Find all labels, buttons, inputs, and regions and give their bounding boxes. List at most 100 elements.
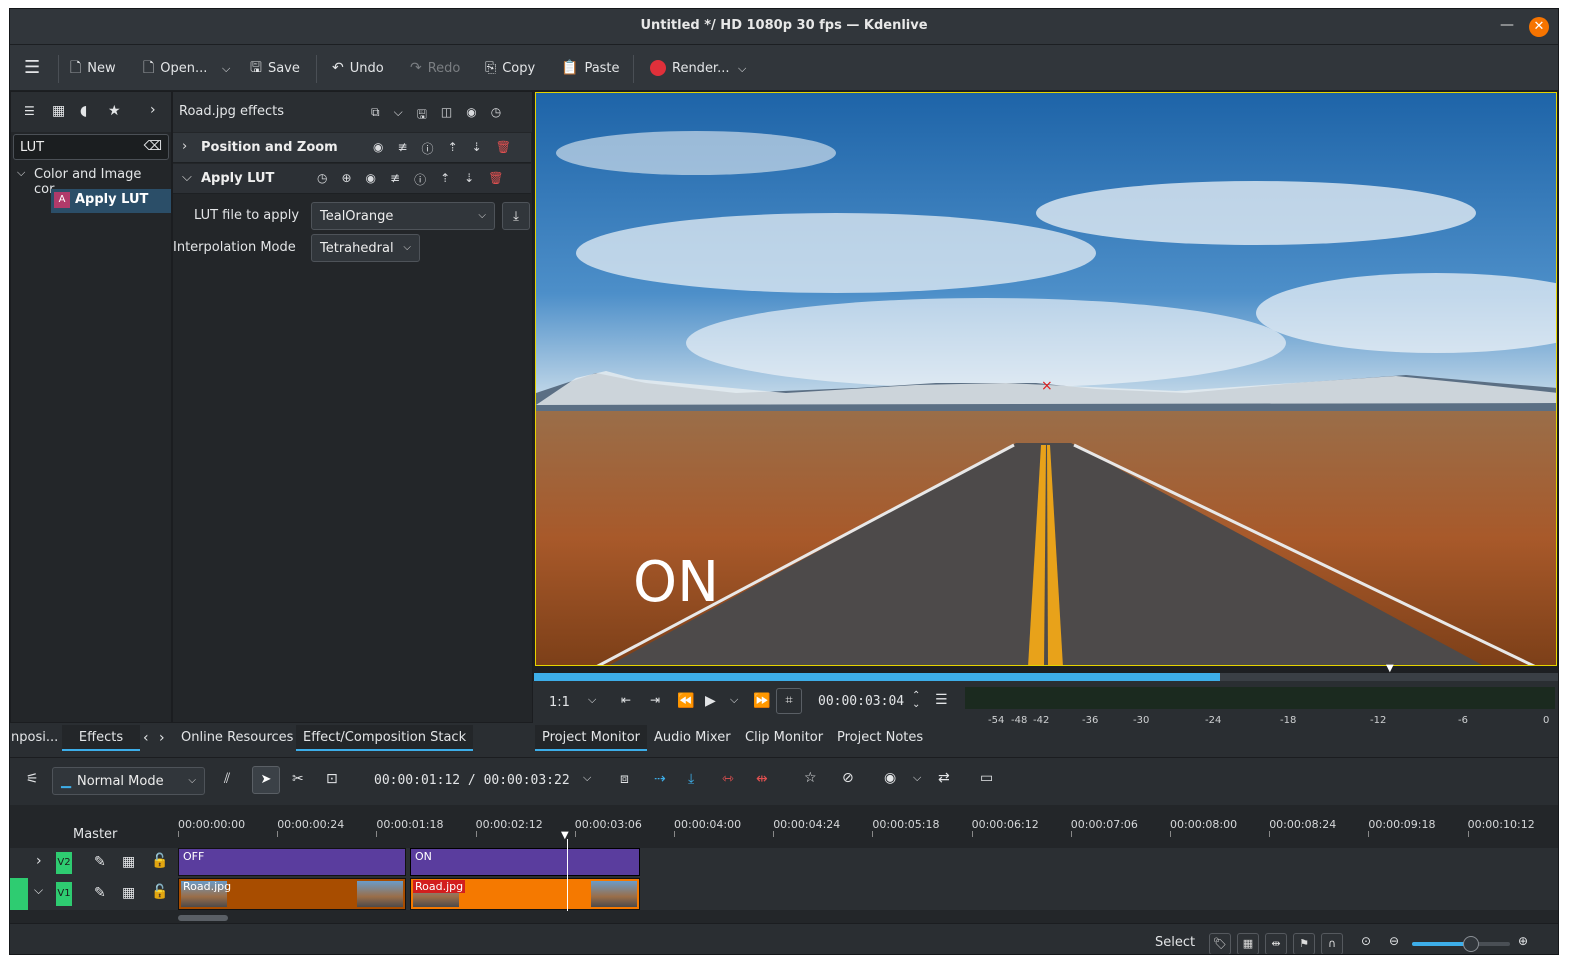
film-icon[interactable]: ▦	[1237, 933, 1259, 954]
snap-icon[interactable]: ∩	[1321, 933, 1343, 954]
fast-forward-icon[interactable]: ⏩	[753, 694, 770, 708]
move-down-icon[interactable]: ⇣	[464, 171, 474, 188]
render-options-dropdown[interactable]: ⌵	[738, 55, 746, 81]
eye-icon[interactable]: ◉	[366, 171, 376, 188]
minimize-icon[interactable]: —	[1500, 17, 1514, 33]
chevron-right-icon[interactable]: ›	[182, 139, 187, 154]
favorite-icon[interactable]: ☆	[804, 771, 817, 785]
info-icon[interactable]: ⓘ	[414, 171, 426, 188]
move-up-icon[interactable]: ⇡	[440, 171, 450, 188]
list-icon[interactable]: ☰	[24, 105, 35, 117]
new-button[interactable]: 🗋 New	[70, 55, 116, 81]
tag-icon[interactable]: 🏷	[1209, 933, 1231, 954]
effects-icon[interactable]: ✎	[94, 886, 106, 900]
chevron-down-icon[interactable]: ⌵	[730, 694, 738, 705]
select-tool-icon[interactable]: ➤	[252, 766, 280, 794]
audio-effects-icon[interactable]: ◖	[80, 104, 87, 118]
timeline-playhead[interactable]	[567, 839, 568, 911]
film-icon[interactable]: ▦	[122, 886, 135, 900]
redo-button[interactable]: ↷ Redo	[410, 55, 460, 81]
lut-file-select[interactable]: TealOrange ⌵	[311, 202, 495, 230]
slip-tool-icon[interactable]: ⊡	[326, 772, 338, 786]
zoom-slider[interactable]	[1412, 936, 1510, 952]
chevron-right-icon[interactable]: ›	[159, 731, 165, 745]
tab-effect-stack[interactable]: Effect/Composition Stack	[296, 725, 474, 751]
effects-category-row[interactable]: ⌵ Color and Image cor...	[11, 164, 171, 197]
save-button[interactable]: 🖫 Save	[250, 55, 300, 81]
flag-icon[interactable]: ⚑	[1293, 933, 1315, 954]
master-label[interactable]: Master	[73, 827, 117, 842]
tab-compositions[interactable]: nposi...	[10, 725, 61, 751]
chevron-down-icon[interactable]: ⌵	[394, 105, 403, 126]
move-up-icon[interactable]: ⇡	[448, 140, 458, 157]
open-recent-dropdown[interactable]: ⌵	[222, 55, 230, 81]
adjust-icon[interactable]: ≢	[397, 140, 407, 157]
zoom-in-icon[interactable]: ⊕	[1518, 935, 1528, 947]
lut-download-button[interactable]: ⤓	[502, 202, 530, 230]
monitor-timecode[interactable]: 00:00:03:04	[818, 694, 904, 709]
record-audio-icon[interactable]: ◉	[884, 771, 896, 785]
timeline-scrollbar[interactable]	[178, 915, 228, 921]
fit-icon[interactable]: ⇹	[1265, 933, 1287, 954]
timer-icon[interactable]: ◷	[317, 171, 327, 188]
adjust-icon[interactable]: ≢	[390, 171, 400, 188]
monitor-seek-bar[interactable]	[534, 673, 1558, 681]
favorites-icon[interactable]: ★	[108, 104, 121, 118]
play-icon[interactable]: ▶	[705, 694, 716, 708]
tab-clip-monitor[interactable]: Clip Monitor	[738, 725, 831, 751]
tab-audio-mixer[interactable]: Audio Mixer	[647, 725, 738, 751]
insert-clip-icon[interactable]: ⧈	[620, 772, 629, 786]
monitor-video-frame[interactable]: × ON	[535, 92, 1557, 666]
clip-off[interactable]: OFF	[178, 848, 406, 876]
clear-search-icon[interactable]: ⌫	[144, 140, 162, 153]
close-icon[interactable]: ✕	[1529, 17, 1549, 37]
tab-online-resources[interactable]: Online Resources	[174, 725, 301, 751]
undo-button[interactable]: ↶ Undo	[332, 55, 384, 81]
delete-icon[interactable]: 🗑	[488, 171, 503, 188]
timeline-settings-icon[interactable]: ⚟	[26, 772, 39, 786]
chevron-right-icon[interactable]: ›	[150, 103, 156, 117]
tab-project-monitor[interactable]: Project Monitor	[535, 725, 648, 751]
rewind-icon[interactable]: ⏪	[677, 694, 694, 708]
set-zone-in-icon[interactable]: ⇤	[621, 694, 631, 706]
info-icon[interactable]: ⓘ	[422, 140, 434, 157]
clip-road-1[interactable]: Road.jpg	[178, 878, 406, 910]
timeline-mode-select[interactable]: ▁ Normal Mode ⌵	[52, 767, 205, 795]
chevron-down-icon[interactable]: ⌵	[182, 170, 192, 185]
effects-search-input[interactable]: LUT ⌫	[13, 134, 169, 160]
eye-icon[interactable]: ◉	[466, 105, 476, 126]
mixer-icon[interactable]: ⇄	[938, 771, 950, 785]
timecode-spin-icon[interactable]: ⌃ ⌄	[912, 691, 920, 710]
compare-icon[interactable]: ⧉	[371, 105, 380, 126]
crop-icon[interactable]: ⌗	[776, 688, 802, 714]
effect-item-apply-lut[interactable]: A Apply LUT	[51, 189, 171, 213]
delete-icon[interactable]: 🗑	[496, 140, 511, 157]
clip-on[interactable]: ON	[410, 848, 640, 876]
chevron-right-icon[interactable]: ›	[36, 854, 42, 868]
chevron-down-icon[interactable]: ⌵	[588, 694, 596, 705]
chevron-down-icon[interactable]: ⌵	[34, 884, 43, 896]
zoom-icon[interactable]: ⊕	[341, 171, 351, 188]
clip-road-2[interactable]: Road.jpg	[410, 878, 640, 910]
tab-effects[interactable]: Effects	[62, 725, 140, 751]
zoom-fit-icon[interactable]: ⊙	[1361, 935, 1371, 947]
lock-icon[interactable]: 🔓	[151, 885, 168, 899]
split-view-icon[interactable]: ◫	[441, 105, 452, 126]
disable-icon[interactable]: ⊘	[842, 771, 854, 785]
eye-icon[interactable]: ◉	[373, 140, 383, 157]
copy-button[interactable]: ⎘ Copy	[485, 55, 535, 81]
effects-icon[interactable]: ✎	[94, 855, 106, 869]
interpolation-select[interactable]: Tetrahedral ⌵	[311, 234, 420, 262]
menu-icon[interactable]: ☰	[935, 693, 948, 707]
playhead-marker-icon[interactable]: ▼	[1386, 663, 1394, 674]
move-down-icon[interactable]: ⇣	[472, 140, 482, 157]
timeline-position[interactable]: 00:00:01:12 / 00:00:03:22	[374, 773, 570, 788]
razor-tool-icon[interactable]: ✂	[292, 772, 304, 786]
zoom-slider-handle[interactable]	[1462, 936, 1479, 952]
effect-row-apply-lut[interactable]: ⌵ Apply LUT ◷ ⊕ ◉ ≢ ⓘ ⇡ ⇣ 🗑	[173, 164, 531, 194]
chevron-down-icon[interactable]: ⌵	[583, 772, 591, 783]
video-effects-icon[interactable]: ▦	[52, 104, 65, 118]
render-button[interactable]: Render...	[650, 55, 729, 81]
overwrite-icon[interactable]: ⇢	[654, 772, 666, 786]
save-stack-icon[interactable]: 🖫	[417, 105, 427, 126]
